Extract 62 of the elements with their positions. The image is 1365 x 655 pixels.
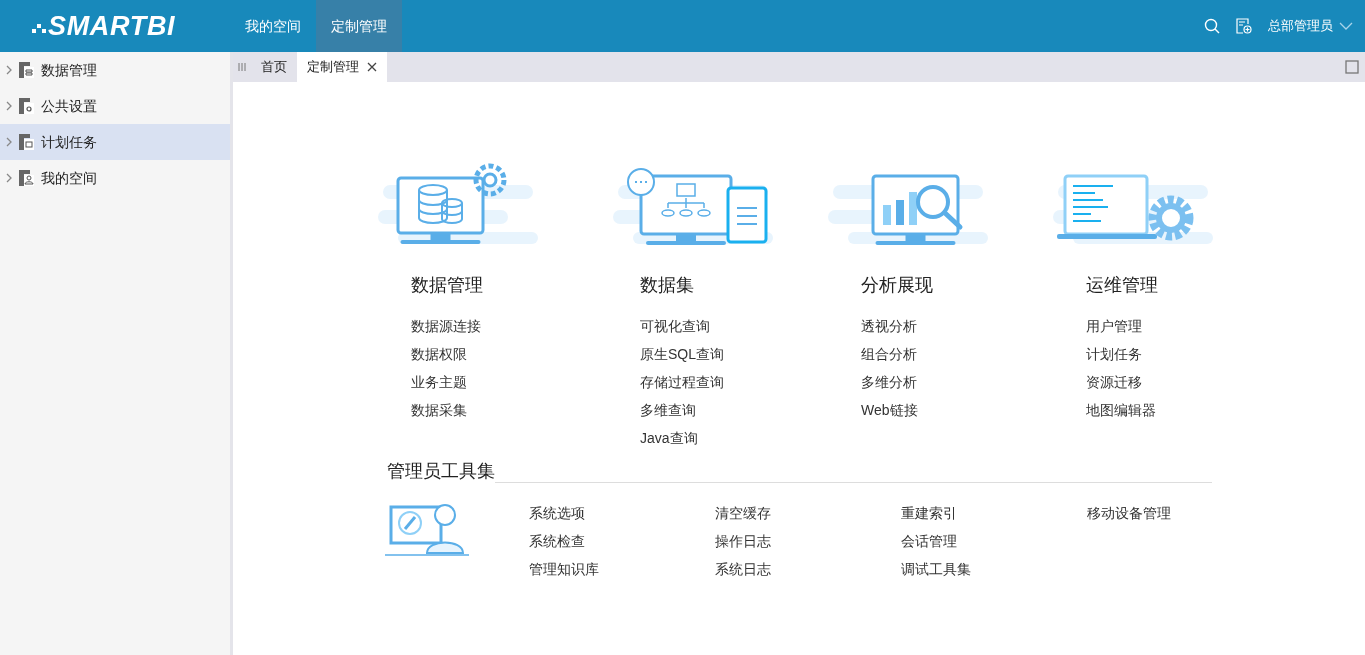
page-tab[interactable]: 定制管理 xyxy=(297,52,387,82)
module-title: 分析展现 xyxy=(861,274,934,297)
tool-link[interactable]: 移动设备管理 xyxy=(1087,499,1273,527)
module-link[interactable]: 可视化查询 xyxy=(640,312,828,340)
sidebar-label: 我的空间 xyxy=(41,168,97,188)
tool-link[interactable]: 管理知识库 xyxy=(529,555,715,583)
tool-link[interactable]: 系统日志 xyxy=(715,555,901,583)
tab-label: 首页 xyxy=(261,58,287,77)
search-icon[interactable] xyxy=(1204,18,1220,34)
sidebar-item[interactable]: 我的空间 xyxy=(0,160,230,196)
chevron-right-icon xyxy=(6,65,12,75)
tool-link[interactable]: 重建索引 xyxy=(901,499,1087,527)
chevron-down-icon xyxy=(1339,22,1353,30)
module-link[interactable]: 组合分析 xyxy=(861,340,1053,368)
module-link[interactable]: 地图编辑器 xyxy=(1086,396,1278,424)
chevron-right-icon xyxy=(6,137,12,147)
user-menu[interactable]: 总部管理员 xyxy=(1268,16,1353,36)
module-link[interactable]: Java查询 xyxy=(640,424,828,452)
module-link[interactable]: 存储过程查询 xyxy=(640,368,828,396)
chevron-right-icon xyxy=(6,173,12,183)
tool-link[interactable]: 系统检查 xyxy=(529,527,715,555)
grip-icon[interactable] xyxy=(237,62,247,72)
module-title: 数据管理 xyxy=(411,274,484,297)
module-link[interactable]: 原生SQL查询 xyxy=(640,340,828,368)
module-link[interactable]: 多维查询 xyxy=(640,396,828,424)
module-link[interactable]: 资源迁移 xyxy=(1086,368,1278,396)
module-link[interactable]: 业务主题 xyxy=(411,368,603,396)
module-title: 运维管理 xyxy=(1086,274,1159,297)
module-link[interactable]: 计划任务 xyxy=(1086,340,1278,368)
tool-link[interactable]: 清空缓存 xyxy=(715,499,901,527)
nav-tab[interactable]: 我的空间 xyxy=(230,0,316,52)
module-link[interactable]: 数据采集 xyxy=(411,396,603,424)
module-link[interactable]: 数据源连接 xyxy=(411,312,603,340)
module-link[interactable]: 用户管理 xyxy=(1086,312,1278,340)
document-icon xyxy=(19,134,34,150)
document-icon xyxy=(19,62,34,78)
module-title: 数据集 xyxy=(640,274,695,297)
sidebar-label: 数据管理 xyxy=(41,60,97,80)
module-link[interactable]: 数据权限 xyxy=(411,340,603,368)
chevron-right-icon xyxy=(6,101,12,111)
section-title: 管理员工具集 xyxy=(387,460,495,483)
sidebar-item[interactable]: 计划任务 xyxy=(0,124,230,160)
tool-link[interactable]: 调试工具集 xyxy=(901,555,1087,583)
sidebar-item[interactable]: 公共设置 xyxy=(0,88,230,124)
tool-link[interactable]: 系统选项 xyxy=(529,499,715,527)
sidebar-item[interactable]: 数据管理 xyxy=(0,52,230,88)
tool-link[interactable]: 操作日志 xyxy=(715,527,901,555)
tool-link[interactable]: 会话管理 xyxy=(901,527,1087,555)
sidebar-label: 公共设置 xyxy=(41,96,97,116)
page-tab[interactable]: 首页 xyxy=(251,52,297,82)
logo: SMARTBI xyxy=(48,9,176,43)
document-icon xyxy=(19,170,34,186)
module-link[interactable]: 透视分析 xyxy=(861,312,1053,340)
document-icon xyxy=(19,98,34,114)
sidebar-label: 计划任务 xyxy=(41,132,97,152)
document-add-icon[interactable] xyxy=(1236,18,1252,34)
close-icon[interactable] xyxy=(367,62,377,72)
maximize-icon[interactable] xyxy=(1345,60,1359,74)
module-link[interactable]: Web链接 xyxy=(861,396,1053,424)
nav-tab[interactable]: 定制管理 xyxy=(316,0,402,52)
module-link[interactable]: 多维分析 xyxy=(861,368,1053,396)
tab-label: 定制管理 xyxy=(307,58,359,77)
